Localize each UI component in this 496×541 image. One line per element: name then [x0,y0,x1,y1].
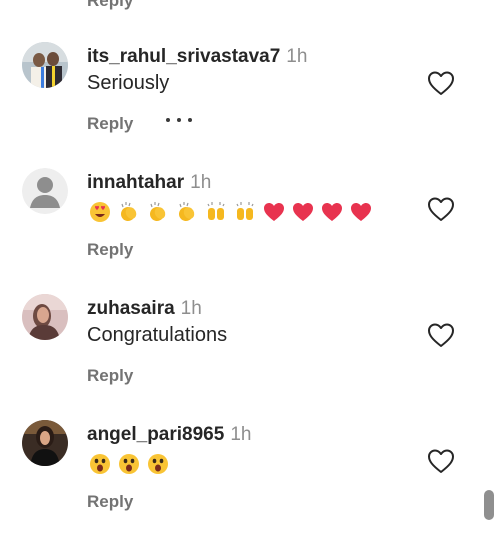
comment-time: 1h [190,172,212,193]
raising-hands-emoji [203,200,232,224]
red-heart-emoji [348,200,377,224]
heart-eyes-emoji [87,200,116,224]
comment-time: 1h [230,424,252,445]
astonished-face-emoji [87,452,116,476]
comment-item: innahtahar 1h Reply [0,168,482,288]
heart-outline-icon[interactable] [427,322,455,348]
heart-outline-icon[interactable] [427,70,455,96]
red-heart-emoji [261,200,290,224]
comment-item: angel_pari8965 1h Reply [0,420,482,540]
reply-button[interactable]: Reply [87,492,133,512]
username-text[interactable]: its_rahul_srivastava7 [87,46,280,67]
reply-button[interactable]: Reply [87,240,133,260]
username-text[interactable]: angel_pari8965 [87,424,224,445]
username-text[interactable]: zuhasaira [87,298,175,319]
avatar[interactable] [22,420,68,466]
username-text[interactable]: innahtahar [87,172,184,193]
comment-item: zuhasaira 1h Congratulations Reply [0,294,482,414]
heart-outline-icon[interactable] [427,196,455,222]
reply-button[interactable]: Reply [87,0,133,11]
red-heart-emoji [319,200,348,224]
comment-time: 1h [286,46,308,67]
clapping-hands-emoji [174,200,203,224]
comment-username[interactable]: zuhasaira 1h [87,298,202,320]
comment-item: its_rahul_srivastava7 1h Seriously Reply [0,42,482,162]
raising-hands-emoji [232,200,261,224]
comment-username[interactable]: angel_pari8965 1h [87,424,251,446]
reply-button[interactable]: Reply [87,114,133,134]
astonished-face-emoji [116,452,145,476]
avatar[interactable] [22,42,68,88]
astonished-face-emoji [145,452,174,476]
clapping-hands-emoji [116,200,145,224]
clapping-hands-emoji [145,200,174,224]
reply-button[interactable]: Reply [87,366,133,386]
more-options-icon[interactable] [166,109,192,131]
avatar[interactable] [22,294,68,340]
comment-list: Reply its_rahul_srivastava7 1h Seriously … [0,0,482,541]
comment-username[interactable]: its_rahul_srivastava7 1h [87,46,307,68]
scrollbar-thumb[interactable] [484,490,494,520]
comment-text: Congratulations [87,324,228,346]
comment-username[interactable]: innahtahar 1h [87,172,211,194]
scrollbar[interactable] [482,0,496,541]
heart-outline-icon[interactable] [427,448,455,474]
emoji-text [87,452,174,476]
red-heart-emoji [290,200,319,224]
avatar[interactable] [22,168,68,214]
emoji-text [87,200,377,224]
comment-time: 1h [180,298,202,319]
comment-text: Seriously [87,72,170,94]
